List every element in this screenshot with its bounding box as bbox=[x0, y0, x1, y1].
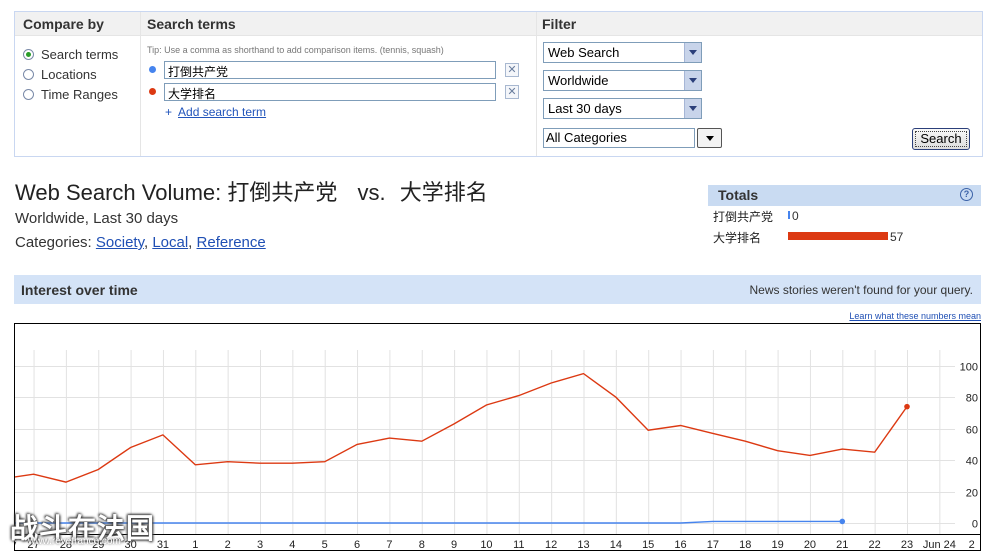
x-tick-label: 2 bbox=[225, 539, 231, 551]
y-tick-label: 60 bbox=[966, 425, 978, 437]
term-1-color-dot bbox=[149, 66, 156, 73]
compare-option-search-terms[interactable]: Search terms bbox=[23, 45, 118, 63]
x-tick-label: 31 bbox=[157, 539, 169, 551]
x-tick-label: 22 bbox=[869, 539, 881, 551]
time-range-select[interactable]: Last 30 days bbox=[543, 98, 702, 119]
radio-icon[interactable] bbox=[23, 88, 34, 100]
term-2-color-dot bbox=[149, 88, 156, 95]
y-tick-label: 20 bbox=[966, 488, 978, 500]
x-tick-label: 23 bbox=[901, 539, 913, 551]
compare-panel: Compare by Search terms Filter Search te… bbox=[14, 11, 983, 157]
totals-term-1: 打倒共产党 bbox=[713, 210, 774, 224]
x-tick-label: 18 bbox=[739, 539, 751, 551]
filter-heading: Filter bbox=[542, 16, 577, 32]
location-select[interactable]: Worldwide bbox=[543, 70, 702, 91]
chevron-down-icon[interactable] bbox=[684, 43, 701, 62]
category-link-society[interactable]: Society bbox=[96, 234, 144, 251]
compare-by-heading: Compare by bbox=[23, 16, 104, 32]
interest-chart: 0204060801006 May27282930311234567891011… bbox=[14, 323, 981, 551]
y-tick-label: 0 bbox=[972, 519, 978, 531]
add-search-term[interactable]: + Add search term bbox=[165, 105, 266, 119]
remove-term-1-icon[interactable]: ✕ bbox=[505, 63, 519, 77]
search-term-1-input[interactable]: 打倒共产党 bbox=[164, 61, 496, 79]
x-tick-label: 1 bbox=[192, 539, 198, 551]
search-terms-heading: Search terms bbox=[147, 16, 236, 32]
search-tip: Tip: Use a comma as shorthand to add com… bbox=[147, 45, 444, 55]
learn-numbers-link[interactable]: Learn what these numbers mean bbox=[849, 311, 981, 321]
x-tick-label: 8 bbox=[419, 539, 425, 551]
x-tick-label: 7 bbox=[386, 539, 392, 551]
x-tick-label: 13 bbox=[577, 539, 589, 551]
compare-option-time-ranges[interactable]: Time Ranges bbox=[23, 85, 118, 103]
series-line-1 bbox=[15, 372, 908, 483]
search-button[interactable]: Search bbox=[912, 128, 970, 150]
title-vs: vs. bbox=[357, 180, 386, 205]
categories: Categories: Society, Local, Reference bbox=[15, 234, 266, 251]
radio-selected-icon[interactable] bbox=[23, 48, 34, 60]
add-search-term-link[interactable]: Add search term bbox=[178, 105, 266, 119]
interest-title: Interest over time bbox=[21, 282, 138, 298]
line-chart: 0204060801006 May27282930311234567891011… bbox=[15, 350, 980, 551]
x-tick-label: 6 bbox=[354, 539, 360, 551]
x-tick-label: 10 bbox=[480, 539, 492, 551]
x-tick-label: 20 bbox=[804, 539, 816, 551]
x-tick-label: 2 bbox=[969, 539, 975, 551]
title-term-1: 打倒共产党 bbox=[227, 180, 338, 205]
x-tick-label: 4 bbox=[289, 539, 295, 551]
search-type-select[interactable]: Web Search bbox=[543, 42, 702, 63]
totals-bar-1 bbox=[788, 211, 790, 219]
page-title: Web Search Volume: 打倒共产党 vs. 大学排名 bbox=[15, 180, 488, 205]
x-tick-label: 15 bbox=[642, 539, 654, 551]
chevron-down-icon[interactable] bbox=[684, 71, 701, 90]
y-tick-label: 100 bbox=[960, 362, 978, 374]
help-icon[interactable]: ? bbox=[960, 188, 973, 201]
y-tick-label: 40 bbox=[966, 456, 978, 468]
totals-term-2: 大学排名 bbox=[713, 231, 762, 245]
x-tick-label: 16 bbox=[674, 539, 686, 551]
x-tick-label: 14 bbox=[610, 539, 622, 551]
title-term-2: 大学排名 bbox=[399, 180, 488, 205]
series-end-point-2 bbox=[839, 518, 846, 525]
x-tick-label: 19 bbox=[771, 539, 783, 551]
panel-header: Compare by Search terms Filter bbox=[15, 12, 982, 36]
x-tick-label: 12 bbox=[545, 539, 557, 551]
plus-icon: + bbox=[165, 105, 173, 119]
x-tick-label: Jun 24 bbox=[923, 539, 956, 551]
x-tick-label: 11 bbox=[513, 539, 524, 551]
totals-value-1: 0 bbox=[792, 209, 799, 223]
x-tick-label: 5 bbox=[322, 539, 328, 551]
category-select[interactable]: All Categories bbox=[543, 128, 695, 148]
remove-term-2-icon[interactable]: ✕ bbox=[505, 85, 519, 99]
x-tick-label: 17 bbox=[707, 539, 719, 551]
column-divider bbox=[140, 12, 141, 156]
column-divider bbox=[536, 12, 537, 156]
category-link-local[interactable]: Local bbox=[152, 234, 188, 251]
x-tick-label: 9 bbox=[451, 539, 457, 551]
radio-icon[interactable] bbox=[23, 68, 34, 80]
totals-value-2: 57 bbox=[890, 230, 904, 244]
category-dropdown-icon[interactable] bbox=[697, 128, 722, 148]
category-link-reference[interactable]: Reference bbox=[197, 234, 266, 251]
search-term-2-input[interactable]: 大学排名 bbox=[164, 83, 496, 101]
compare-option-locations[interactable]: Locations bbox=[23, 65, 97, 83]
x-tick-label: 3 bbox=[257, 539, 263, 551]
page-subtitle: Worldwide, Last 30 days bbox=[15, 210, 179, 227]
watermark-site: www.revefrance.com bbox=[28, 536, 121, 547]
series-end-point-1 bbox=[904, 403, 910, 410]
totals-header: Totals ? bbox=[708, 185, 981, 206]
news-status: News stories weren't found for your quer… bbox=[749, 283, 974, 297]
totals-bar-2 bbox=[788, 232, 888, 240]
x-tick-label: 21 bbox=[836, 539, 848, 551]
y-tick-label: 80 bbox=[966, 393, 978, 405]
chevron-down-icon[interactable] bbox=[684, 99, 701, 118]
interest-over-time-header: Interest over time News stories weren't … bbox=[14, 275, 981, 304]
